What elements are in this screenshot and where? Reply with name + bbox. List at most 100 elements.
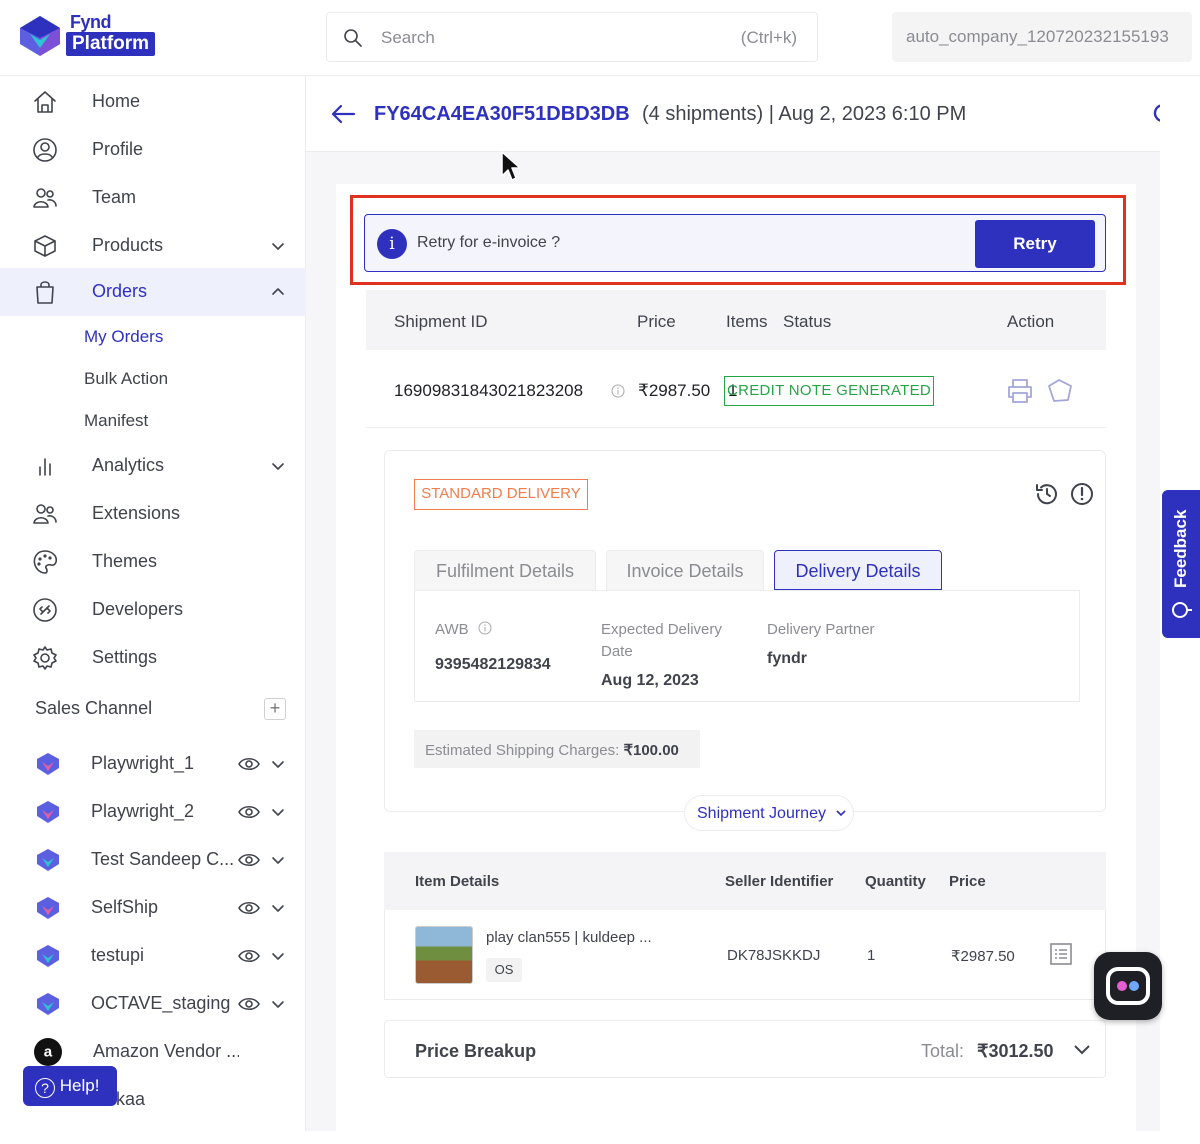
info-icon[interactable] (478, 621, 492, 635)
shipment-table-header: Shipment ID Price Items Status Action (366, 290, 1106, 350)
brand-subtitle: Platform (66, 32, 156, 56)
chevron-up-icon[interactable] (270, 284, 286, 300)
channel-item[interactable]: Test Sandeep C... (0, 836, 306, 882)
sidebar-item-label: Profile (92, 139, 144, 159)
shipment-id[interactable]: 16909831843021823208 (394, 381, 583, 401)
journey-label: Shipment Journey (697, 805, 826, 822)
brand-name: Fynd (70, 12, 112, 32)
edd-label: Expected Delivery (601, 621, 722, 638)
search-placeholder: Search (381, 28, 435, 47)
sidebar-subitem-my-orders[interactable]: My Orders (84, 327, 163, 347)
channel-item[interactable]: SelfShip (0, 884, 306, 930)
total-value: ₹3012.50 (977, 1041, 1054, 1061)
chevron-down-icon[interactable] (270, 756, 286, 772)
eye-icon[interactable] (238, 995, 260, 1013)
chevron-down-icon[interactable] (270, 948, 286, 964)
shipment-journey-button[interactable]: Shipment Journey (684, 795, 854, 831)
sidebar-item-label: Home (92, 91, 141, 111)
sidebar-subitem-manifest[interactable]: Manifest (84, 411, 148, 431)
sidebar-item-label: Developers (92, 599, 184, 619)
history-icon[interactable] (1034, 481, 1060, 507)
retry-button[interactable]: Retry (975, 220, 1095, 268)
gear-icon (33, 646, 57, 670)
channel-item[interactable]: OCTAVE_staging (0, 980, 306, 1026)
sidebar-item-home[interactable]: Home (0, 78, 306, 124)
sidebar-item-label: Themes (92, 551, 158, 571)
chat-widget-button[interactable] (1094, 952, 1162, 1020)
home-icon (34, 91, 56, 113)
sidebar-item-orders[interactable]: Orders (0, 268, 306, 316)
eye-icon[interactable] (238, 851, 260, 869)
column-header: Price (637, 312, 676, 331)
channel-item[interactable]: Playwright_1 (0, 740, 306, 786)
item-price: ₹2987.50 (951, 948, 1015, 965)
channel-name: Playwright_1 (91, 753, 195, 773)
channel-logo-icon (37, 849, 59, 871)
sidebar-item-profile[interactable]: Profile (0, 126, 306, 172)
tab-fulfilment-details[interactable]: Fulfilment Details (414, 550, 596, 590)
help-icon: ? (35, 1078, 55, 1098)
sidebar-subitem-bulk-action[interactable]: Bulk Action (84, 369, 168, 389)
sidebar-item-label: Extensions (92, 503, 181, 523)
info-icon[interactable] (611, 384, 625, 398)
sidebar-item-developers[interactable]: Developers (0, 586, 306, 632)
team-icon (33, 188, 57, 208)
add-sales-channel-button[interactable]: + (264, 698, 286, 720)
channel-item[interactable]: Playwright_2 (0, 788, 306, 834)
channel-name: Amazon Vendor ... (93, 1041, 239, 1061)
sidebar-item-team[interactable]: Team (0, 174, 306, 220)
print-icon[interactable] (1006, 378, 1034, 404)
chat-bot-icon (1106, 967, 1150, 1005)
feedback-tab[interactable]: Feedback (1162, 490, 1200, 638)
label-tag-icon[interactable] (1046, 378, 1074, 404)
chevron-down-icon[interactable] (270, 458, 286, 474)
item-name[interactable]: play clan555 | kuldeep ... (486, 929, 652, 946)
help-button[interactable]: ? Help! (23, 1066, 117, 1106)
product-thumbnail[interactable] (415, 926, 473, 984)
chevron-down-icon[interactable] (270, 996, 286, 1012)
eye-icon[interactable] (238, 755, 260, 773)
shipment-price: ₹2987.50 (638, 381, 711, 400)
logo[interactable]: Fynd Platform (18, 12, 178, 62)
channel-logo-icon (37, 993, 59, 1015)
details-list-icon[interactable] (1049, 942, 1073, 966)
einvoice-alert: i Retry for e-invoice ? Retry (364, 214, 1106, 272)
search-bar[interactable]: Search (Ctrl+k) (326, 12, 818, 62)
sidebar: Home Profile Team Products Orders My Ord… (0, 76, 306, 1131)
chevron-down-icon[interactable] (1073, 1043, 1091, 1057)
eye-icon[interactable] (238, 803, 260, 821)
chevron-down-icon[interactable] (270, 852, 286, 868)
eye-icon[interactable] (238, 899, 260, 917)
fynd-logo-icon (20, 16, 60, 56)
table-row[interactable]: play clan555 | kuldeep ... OS DK78JSKKDJ… (384, 910, 1106, 1000)
order-id[interactable]: FY64CA4EA30F51DBD3DB (374, 103, 630, 126)
alert-circle-icon[interactable] (1069, 481, 1095, 507)
price-breakup-bar[interactable]: Price Breakup Total: ₹3012.50 (384, 1020, 1106, 1078)
chevron-down-icon[interactable] (270, 900, 286, 916)
alert-text: Retry for e-invoice ? (417, 234, 561, 251)
status-badge: CREDIT NOTE GENERATED (724, 376, 934, 406)
sidebar-item-analytics[interactable]: Analytics (0, 442, 306, 488)
price-breakup-title: Price Breakup (415, 1041, 537, 1061)
channel-item[interactable]: testupi (0, 932, 306, 978)
amazon-logo-icon: a (34, 1038, 62, 1066)
channel-logo-icon (37, 801, 59, 823)
sidebar-item-label: Orders (92, 281, 148, 301)
sidebar-item-themes[interactable]: Themes (0, 538, 306, 584)
channel-name: SelfShip (91, 897, 159, 917)
eye-icon[interactable] (238, 947, 260, 965)
tab-invoice-details[interactable]: Invoice Details (606, 550, 764, 590)
chevron-down-icon[interactable] (270, 804, 286, 820)
sidebar-item-settings[interactable]: Settings (0, 634, 306, 680)
back-arrow-icon[interactable] (330, 102, 356, 126)
extensions-icon (33, 504, 57, 524)
chevron-down-icon[interactable] (270, 238, 286, 254)
partner-label: Delivery Partner (767, 621, 875, 638)
developers-icon (33, 598, 57, 622)
tab-delivery-details[interactable]: Delivery Details (774, 550, 942, 590)
company-selector[interactable]: auto_company_120720232155193 (892, 12, 1192, 62)
column-header: Action (1007, 312, 1055, 331)
feedback-label: Feedback (1171, 509, 1190, 588)
sidebar-item-extensions[interactable]: Extensions (0, 490, 306, 536)
sidebar-item-products[interactable]: Products (0, 222, 306, 268)
